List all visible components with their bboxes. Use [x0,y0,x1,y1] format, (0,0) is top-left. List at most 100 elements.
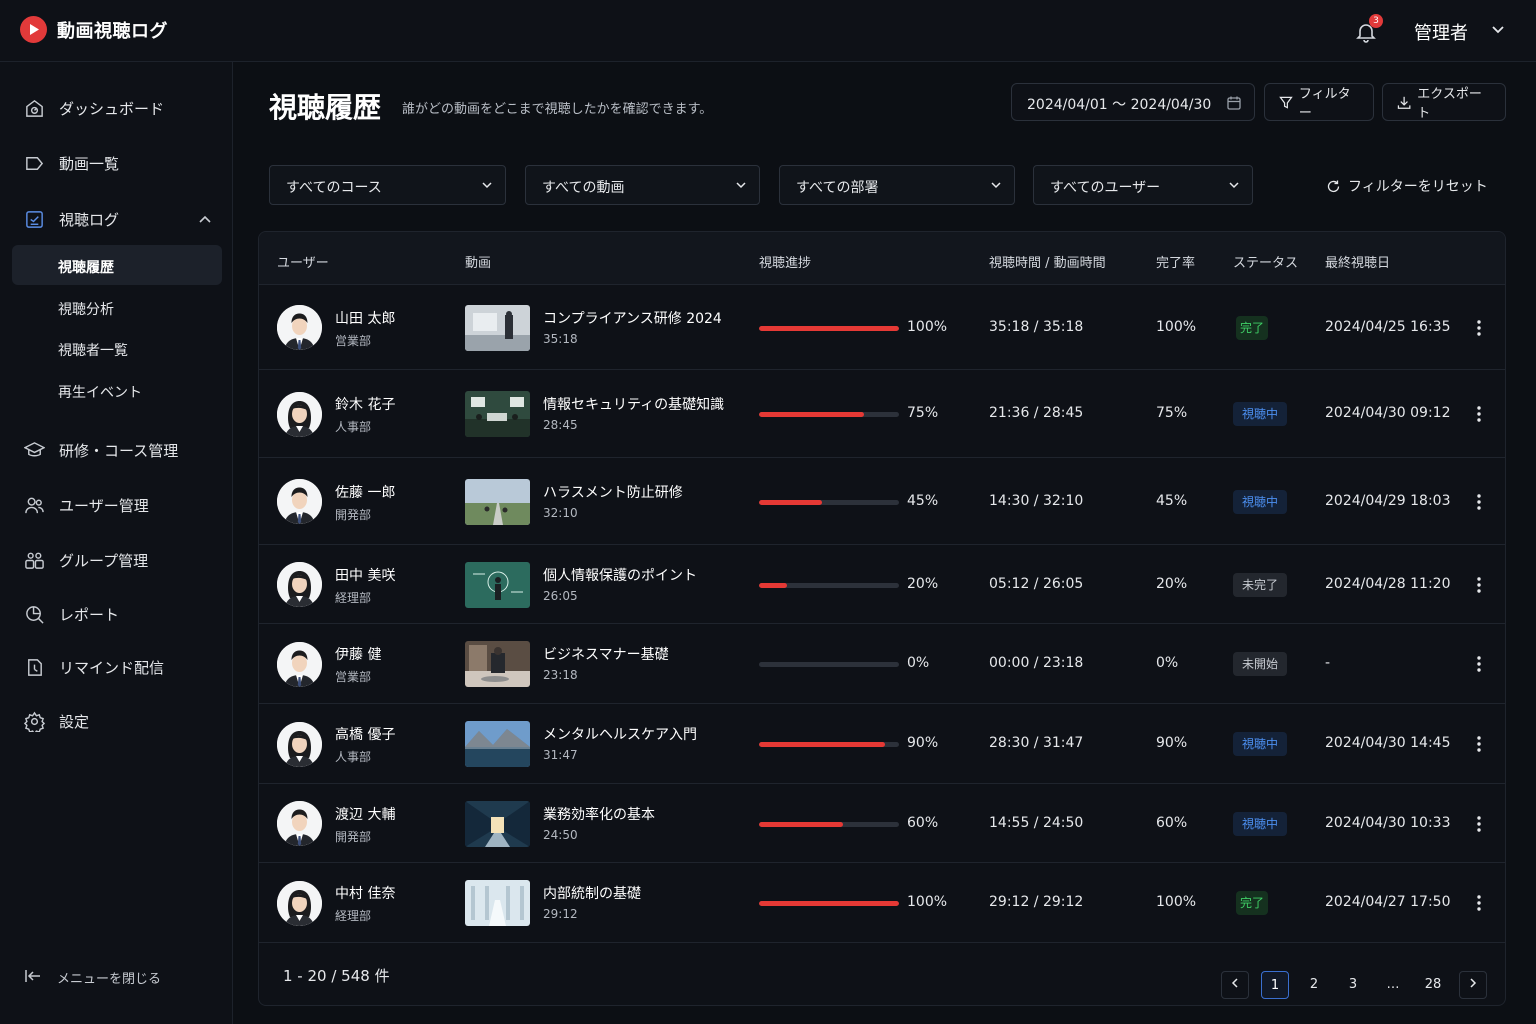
table-row[interactable]: 佐藤 一郎 開発部 ハラスメント防止研修 32:10 45% 14:30 / 32:10 4… [259,458,1505,545]
video-thumbnail[interactable] [465,800,530,847]
sidebar-item-videos[interactable]: 動画一覧 [0,141,233,185]
last-viewed-date: 2024/04/30 10:33 [1325,814,1451,831]
last-viewed-date: 2024/04/30 09:12 [1325,405,1451,421]
video-title[interactable]: ハラスメント防止研修 [543,482,683,502]
sidebar-subitem-analysis[interactable]: 視聴分析 [12,287,222,327]
page-button-1[interactable]: 1 [1261,971,1289,999]
user-department: 経理部 [335,590,372,605]
more-options-icon[interactable] [1473,654,1485,674]
progress-bar [759,662,899,667]
notification-badge: 3 [1369,14,1383,28]
avatar [277,721,322,767]
user-name: 田中 美咲 [335,567,396,584]
video-thumbnail[interactable] [465,391,530,437]
watch-time: 29:12 / 29:12 [989,894,1084,910]
progress-bar-fill [759,499,822,505]
filter-icon [1279,96,1293,109]
user-department: 営業部 [335,670,372,684]
sidebar-item-reports[interactable]: レポート [0,592,233,636]
video-thumbnail[interactable] [465,478,530,525]
video-title[interactable]: コンプライアンス研修 2024 [543,308,722,328]
sidebar-item-reminders[interactable]: リマインド配信 [0,645,233,689]
page-button-28[interactable]: 28 [1419,971,1447,999]
chevron-down-icon[interactable] [1490,24,1506,36]
export-button[interactable]: エクスポート [1382,83,1506,121]
more-options-icon[interactable] [1473,492,1485,512]
watch-time: 35:18 / 35:18 [989,318,1084,335]
video-title[interactable]: 情報セキュリティの基礎知識 [543,394,724,414]
progress-percent: 45% [907,492,939,509]
more-options-icon[interactable] [1473,893,1485,913]
video-title[interactable]: ビジネスマナー基礎 [543,644,669,664]
collapse-menu-button[interactable]: メニューを閉じる [24,967,161,987]
column-header-progress[interactable]: 視聴進捗 [759,252,811,271]
table-row[interactable]: 山田 太郎 営業部 コンプライアンス研修 2024 35:18 100% 35:18 / … [259,285,1505,370]
video-thumbnail[interactable] [465,880,530,926]
next-page-button[interactable] [1459,971,1487,999]
watch-time: 21:36 / 28:45 [989,405,1084,421]
sidebar-subitem-history[interactable]: 視聴履歴 [12,245,222,285]
more-options-icon[interactable] [1473,575,1485,595]
progress-bar-fill [759,821,843,827]
table-row[interactable]: 渡辺 大輔 開発部 業務効率化の基本 24:50 60% 14:55 / 24:50 60%… [259,784,1505,863]
video-thumbnail[interactable] [465,641,530,687]
sidebar-item-view-log[interactable]: 視聴ログ [0,197,233,241]
completion-rate: 20% [1156,575,1188,592]
sidebar-item-courses[interactable]: 研修・コース管理 [0,428,233,472]
filter-button[interactable]: フィルター [1264,83,1374,121]
table-row[interactable]: 田中 美咲 経理部 個人情報保護のポイント 26:05 20% 05:12 / 26:05… [259,545,1505,624]
sidebar-item-settings[interactable]: 設定 [0,699,233,743]
last-viewed-date: - [1325,655,1331,671]
user-name: 中村 佳奈 [335,886,396,902]
user-department: 開発部 [335,507,372,522]
progress-percent: 90% [907,735,939,751]
more-options-icon[interactable] [1473,404,1485,424]
table-header: ユーザー 動画 視聴進捗 視聴時間 / 動画時間 完了率 ステータス 最終視聴日 [259,232,1505,285]
top-bar: 動画視聴ログ 3 管理者 [0,0,1536,62]
video-title[interactable]: メンタルヘルスケア入門 [543,724,697,744]
more-options-icon[interactable] [1473,814,1485,834]
table-row[interactable]: 中村 佳奈 経理部 内部統制の基礎 29:12 100% 29:12 / 29:12 100… [259,863,1505,943]
page-button-2[interactable]: 2 [1300,971,1328,999]
column-header-status[interactable]: ステータス [1233,252,1298,271]
watch-time: 14:55 / 24:50 [989,814,1084,831]
prev-page-button[interactable] [1221,971,1249,999]
more-options-icon[interactable] [1473,734,1485,754]
table-row[interactable]: 伊藤 健営業部 ビジネスマナー基礎 23:18 0% 00:00 / 23:18 0% 未開… [259,624,1505,704]
progress-bar-fill [759,901,899,906]
user-menu-label[interactable]: 管理者 [1414,19,1468,45]
page-button-3[interactable]: 3 [1339,971,1367,999]
department-select[interactable]: すべての部署 [779,165,1015,205]
reset-filters-button[interactable]: フィルターをリセット [1326,176,1488,196]
date-range-picker[interactable]: 2024/04/01 〜 2024/04/30 [1011,83,1255,121]
course-select[interactable]: すべてのコース [269,165,506,205]
sidebar-subitem-events[interactable]: 再生イベント [12,370,222,410]
sidebar-item-users[interactable]: ユーザー管理 [0,483,233,527]
video-thumbnail[interactable] [465,304,530,351]
video-title[interactable]: 個人情報保護のポイント [543,565,697,585]
column-header-time[interactable]: 視聴時間 / 動画時間 [989,252,1106,271]
progress-bar [759,412,899,417]
column-header-last-viewed[interactable]: 最終視聴日 [1325,252,1390,271]
user-select[interactable]: すべてのユーザー [1033,165,1253,205]
video-thumbnail[interactable] [465,721,530,767]
progress-bar [759,901,899,906]
video-select[interactable]: すべての動画 [525,165,760,205]
user-name: 佐藤 一郎 [335,484,396,501]
column-header-rate[interactable]: 完了率 [1156,252,1195,271]
collapse-icon [25,970,40,982]
table-row[interactable]: 高橋 優子 人事部 メンタルヘルスケア入門 31:47 90% 28:30 / 31:47… [259,704,1505,784]
video-thumbnail[interactable] [465,561,530,608]
video-title[interactable]: 内部統制の基礎 [543,883,641,903]
date-range-value: 2024/04/01 〜 2024/04/30 [1027,97,1212,113]
column-header-video[interactable]: 動画 [465,252,491,271]
video-title[interactable]: 業務効率化の基本 [543,804,655,824]
chevron-up-icon[interactable] [198,214,212,224]
sidebar-item-groups[interactable]: グループ管理 [0,538,233,582]
column-header-user[interactable]: ユーザー [277,252,329,271]
more-options-icon[interactable] [1473,318,1485,338]
brand[interactable]: 動画視聴ログ [20,16,168,43]
table-row[interactable]: 鈴木 花子 人事部 情報セキュリティの基礎知識 28:45 75% 21:36 / 28:… [259,370,1505,458]
sidebar-subitem-viewers[interactable]: 視聴者一覧 [12,328,222,368]
sidebar-item-dashboard[interactable]: ダッシュボード [0,86,233,130]
